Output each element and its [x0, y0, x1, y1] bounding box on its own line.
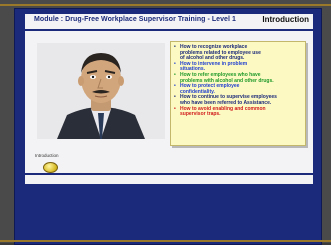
header-bar: Module : Drug-Free Workplace Supervisor …: [25, 14, 313, 31]
content-divider: [25, 173, 313, 175]
presenter-portrait: [37, 43, 165, 139]
objective-text: supervisor traps.: [180, 111, 221, 118]
objectives-list: • How to recognize workplace problems rela…: [174, 44, 277, 118]
course-title: Module : Drug-Free Workplace Supervisor …: [34, 16, 236, 23]
objectives-box: • How to recognize workplace problems rela…: [170, 41, 306, 146]
bottom-decorative-stripe: [0, 240, 331, 242]
top-decorative-stripe: [0, 4, 331, 6]
section-title: Introduction: [262, 15, 309, 24]
intro-button-icon[interactable]: [43, 162, 58, 173]
objective-line: supervisor traps.: [174, 111, 277, 118]
intro-nav-label: Introduction: [35, 153, 59, 158]
